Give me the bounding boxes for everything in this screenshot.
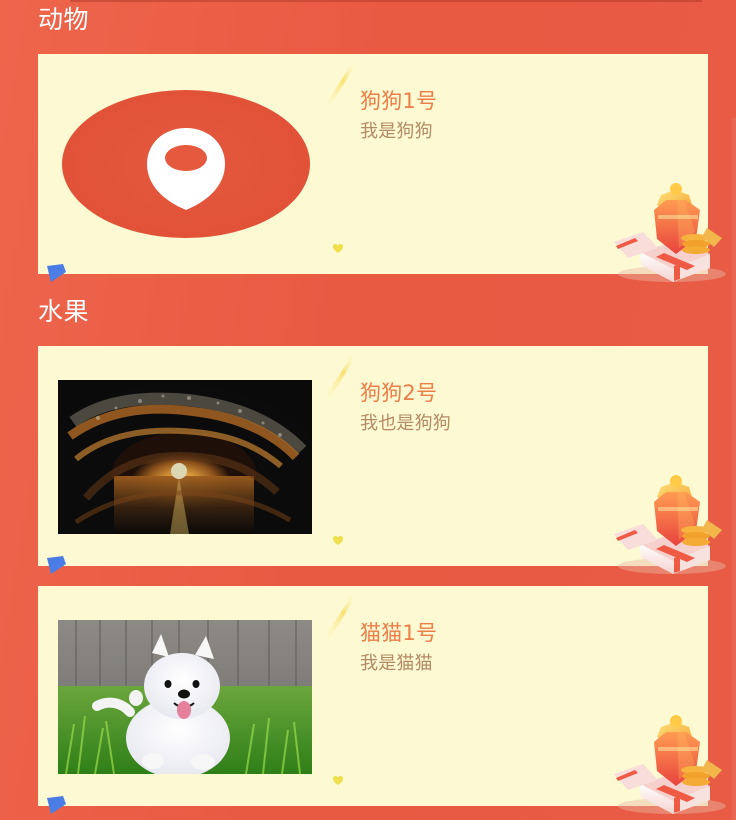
section-title-animals: 动物 (38, 5, 90, 34)
wave-sunset-image (58, 380, 312, 534)
heart-icon (332, 242, 344, 254)
top-divider (70, 0, 702, 2)
section-title-fruit: 水果 (38, 297, 90, 326)
sparkle-decoration (320, 350, 364, 400)
item-title: 猫猫1号 (360, 621, 438, 645)
item-description: 我也是狗狗 (360, 413, 451, 434)
location-logo-image (58, 88, 312, 242)
item-card[interactable]: 狗狗1号 我是狗狗 (38, 54, 726, 282)
scrollbar-track[interactable] (732, 118, 736, 820)
item-title: 狗狗2号 (360, 381, 438, 405)
white-puppy-image (58, 620, 312, 774)
gift-box-icon (600, 178, 730, 284)
corner-flag-icon (47, 556, 67, 574)
gift-box-icon (600, 470, 730, 576)
item-title: 狗狗1号 (360, 89, 438, 113)
sparkle-decoration (320, 590, 364, 640)
corner-flag-icon (47, 264, 67, 282)
gift-box-icon (600, 710, 730, 816)
item-description: 我是猫猫 (360, 653, 433, 674)
corner-flag-icon (47, 796, 67, 814)
item-description: 我是狗狗 (360, 121, 433, 142)
heart-icon (332, 774, 344, 786)
item-card[interactable]: 猫猫1号 我是猫猫 (38, 586, 726, 814)
sparkle-decoration (320, 58, 364, 108)
page-root: 动物 狗狗1号 我是狗狗 水果 狗狗2号 我也是狗狗 猫猫1号 我是猫猫 (0, 0, 736, 820)
item-card[interactable]: 狗狗2号 我也是狗狗 (38, 346, 726, 574)
heart-icon (332, 534, 344, 546)
